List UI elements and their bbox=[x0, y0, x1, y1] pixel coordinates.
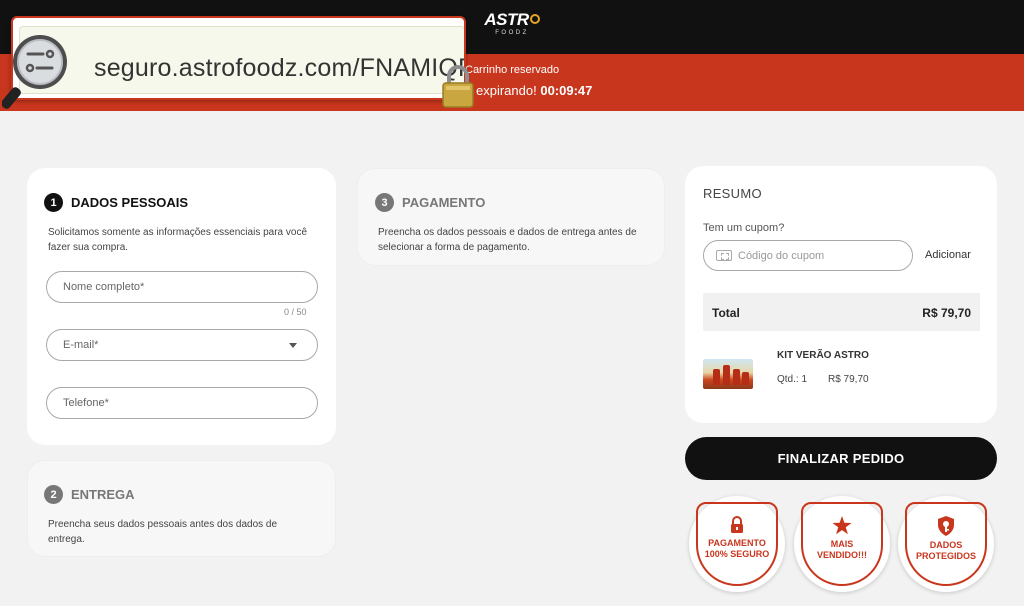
email-placeholder: E-mail* bbox=[63, 339, 99, 351]
coupon-input[interactable]: Código do cupom bbox=[703, 240, 913, 271]
product-price: R$ 79,70 bbox=[828, 374, 869, 385]
logo-text: ASTR bbox=[484, 10, 529, 29]
reserved-text: Carrinho reservado bbox=[465, 64, 560, 76]
logo-ring-icon bbox=[529, 14, 540, 24]
description-line: selecionar a forma de pagamento. bbox=[378, 242, 530, 253]
payment-step-header: 3 PAGAMENTO bbox=[375, 193, 485, 212]
description-line: entrega. bbox=[48, 534, 85, 545]
product-quantity: Qtd.: 1 bbox=[777, 374, 808, 385]
astro-logo[interactable]: ASTR FOODZ bbox=[481, 11, 543, 37]
payment-title: PAGAMENTO bbox=[402, 195, 486, 210]
url-zoom-overlay: seguro.astrofoodz.com/FNAMIQRF bbox=[11, 16, 466, 100]
description-line: Solicitamos somente as informações essen… bbox=[48, 227, 308, 238]
finalize-order-button[interactable]: FINALIZAR PEDIDO bbox=[685, 437, 997, 480]
email-input[interactable]: E-mail* bbox=[46, 329, 318, 361]
delivery-title: ENTREGA bbox=[71, 487, 135, 502]
total-row: Total R$ 79,70 bbox=[703, 293, 980, 331]
name-char-counter: 0 / 50 bbox=[284, 307, 307, 317]
address-bar[interactable]: seguro.astrofoodz.com/FNAMIQRF bbox=[19, 26, 466, 94]
lock-icon bbox=[731, 516, 743, 533]
chevron-down-icon[interactable] bbox=[289, 343, 297, 348]
expiry-timer: expirando! 00:09:47 bbox=[476, 83, 592, 98]
phone-placeholder: Telefone* bbox=[63, 397, 109, 409]
badge-text: MAIS VENDIDO!!! bbox=[817, 539, 867, 561]
star-icon bbox=[832, 516, 852, 535]
total-value: R$ 79,70 bbox=[922, 306, 971, 320]
personal-description: Solicitamos somente as informações essen… bbox=[48, 225, 307, 255]
full-name-placeholder: Nome completo* bbox=[63, 281, 145, 293]
badge-line: PAGAMENTO bbox=[708, 538, 766, 548]
delivery-description: Preencha seus dados pessoais antes dos d… bbox=[48, 517, 277, 547]
step-number: 1 bbox=[44, 193, 63, 212]
phone-input[interactable]: Telefone* bbox=[46, 387, 318, 419]
url-text: seguro.astrofoodz.com/FNAMIQRF bbox=[94, 54, 466, 82]
payment-description: Preencha os dados pessoais e dados de en… bbox=[378, 225, 637, 255]
badge-line: VENDIDO!!! bbox=[817, 550, 867, 560]
delivery-step-header: 2 ENTREGA bbox=[44, 485, 135, 504]
ticket-icon bbox=[716, 250, 732, 261]
product-thumbnail bbox=[703, 359, 753, 389]
personal-title: DADOS PESSOAIS bbox=[71, 195, 189, 210]
badge-text: PAGAMENTO 100% SEGURO bbox=[705, 538, 770, 560]
best-seller-badge: MAIS VENDIDO!!! bbox=[794, 496, 890, 592]
magnifier-icon bbox=[2, 35, 67, 109]
expiring-label: expirando! bbox=[476, 83, 537, 98]
product-name: KIT VERÃO ASTRO bbox=[777, 350, 869, 361]
timer-value: 00:09:47 bbox=[540, 83, 593, 98]
badge-text: DADOS PROTEGIDOS bbox=[916, 540, 976, 562]
badge-line: DADOS bbox=[929, 540, 963, 550]
full-name-input[interactable]: Nome completo* bbox=[46, 271, 318, 303]
description-line: Preencha seus dados pessoais antes dos d… bbox=[48, 519, 278, 530]
padlock-icon bbox=[442, 65, 474, 108]
description-line: fazer sua compra. bbox=[48, 242, 129, 253]
coupon-placeholder: Código do cupom bbox=[738, 249, 825, 262]
summary-title: RESUMO bbox=[703, 186, 762, 201]
logo-subtitle: FOODZ bbox=[495, 30, 529, 36]
badge-line: 100% SEGURO bbox=[704, 549, 770, 559]
personal-step-header: 1 DADOS PESSOAIS bbox=[44, 193, 188, 212]
key-shield-icon bbox=[938, 516, 954, 536]
badge-line: MAIS bbox=[830, 539, 854, 549]
badge-line: PROTEGIDOS bbox=[915, 551, 976, 561]
secure-payment-badge: PAGAMENTO 100% SEGURO bbox=[689, 496, 785, 592]
step-number: 3 bbox=[375, 193, 394, 212]
data-protected-badge: DADOS PROTEGIDOS bbox=[898, 496, 994, 592]
step-number: 2 bbox=[44, 485, 63, 504]
coupon-question: Tem um cupom? bbox=[703, 222, 785, 234]
add-coupon-button[interactable]: Adicionar bbox=[925, 249, 971, 261]
total-label: Total bbox=[712, 306, 740, 320]
description-line: Preencha os dados pessoais e dados de en… bbox=[378, 227, 637, 238]
